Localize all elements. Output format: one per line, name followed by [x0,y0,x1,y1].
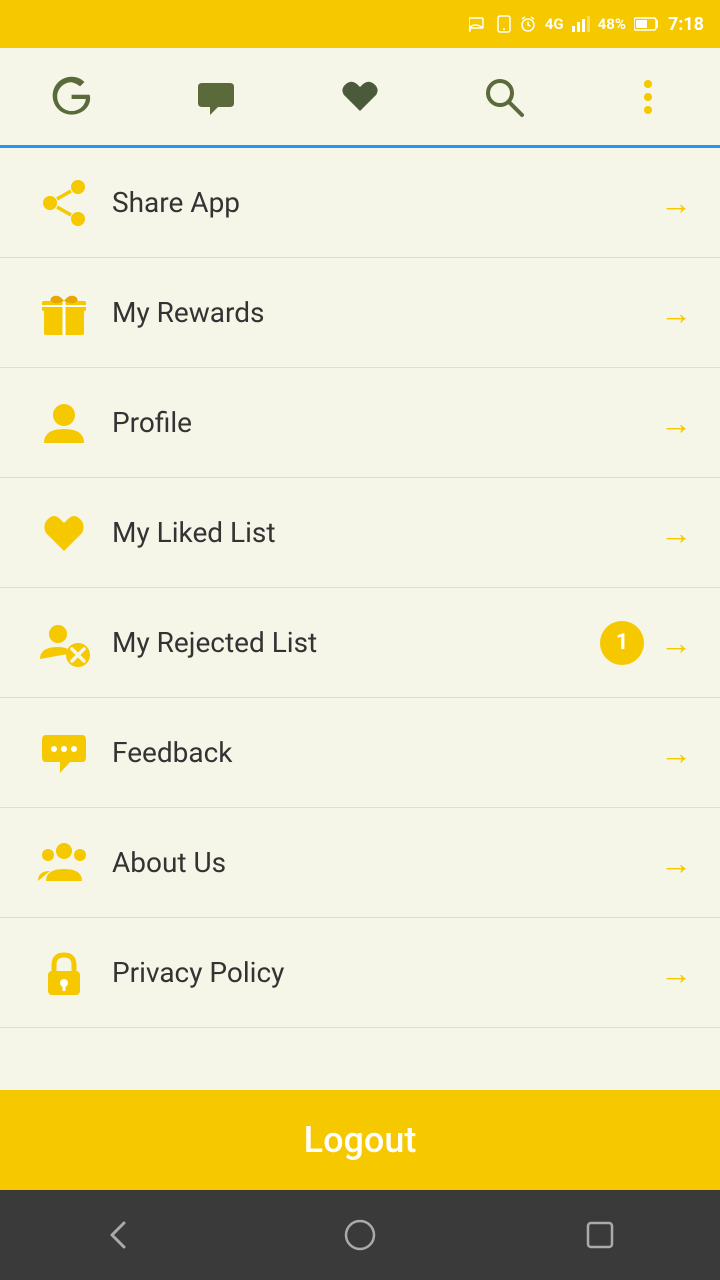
privacy-arrow: → [660,954,692,992]
about-arrow: → [660,844,692,882]
rewards-label: My Rewards [112,296,660,329]
rejected-badge: 1 [600,621,644,665]
group-icon [28,837,100,889]
chat-icon[interactable] [186,67,246,127]
gift-icon [28,287,100,339]
search-icon[interactable] [474,67,534,127]
about-label: About Us [112,846,660,879]
nav-bar [0,48,720,148]
menu-item-rejected[interactable]: My Rejected List 1 → [0,588,720,698]
home-button[interactable] [320,1205,400,1265]
profile-label: Profile [112,406,660,439]
share-app-arrow: → [660,184,692,222]
status-icons: 4G 48% 7:18 [469,14,704,35]
logout-button[interactable]: Logout [0,1090,720,1190]
liked-label: My Liked List [112,516,660,549]
menu-item-about[interactable]: About Us → [0,808,720,918]
menu-item-feedback[interactable]: Feedback → [0,698,720,808]
rejected-icon [28,617,100,669]
bottom-nav [0,1190,720,1280]
rejected-label: My Rejected List [112,626,600,659]
battery-label: 48% [598,15,626,33]
logout-label: Logout [304,1119,417,1161]
heart-nav-icon[interactable] [330,67,390,127]
menu-item-rewards[interactable]: My Rewards → [0,258,720,368]
liked-heart-icon [28,507,100,559]
privacy-label: Privacy Policy [112,956,660,989]
menu-item-share-app[interactable]: Share App → [0,148,720,258]
recent-button[interactable] [560,1205,640,1265]
more-icon[interactable] [618,67,678,127]
feedback-label: Feedback [112,736,660,769]
rewards-arrow: → [660,294,692,332]
logo-icon[interactable] [42,67,102,127]
feedback-icon [28,727,100,779]
menu-item-liked[interactable]: My Liked List → [0,478,720,588]
back-button[interactable] [80,1205,160,1265]
menu-item-privacy[interactable]: Privacy Policy → [0,918,720,1028]
menu-item-profile[interactable]: Profile → [0,368,720,478]
lock-icon [28,947,100,999]
share-app-label: Share App [112,186,660,219]
feedback-arrow: → [660,734,692,772]
profile-icon [28,397,100,449]
menu-list: Share App → My Rewards → Profile → [0,148,720,1090]
network-label: 4G [545,15,564,33]
rejected-arrow: → [660,624,692,662]
profile-arrow: → [660,404,692,442]
status-bar: 4G 48% 7:18 [0,0,720,48]
liked-arrow: → [660,514,692,552]
share-icon [28,177,100,229]
time-label: 7:18 [668,14,704,35]
